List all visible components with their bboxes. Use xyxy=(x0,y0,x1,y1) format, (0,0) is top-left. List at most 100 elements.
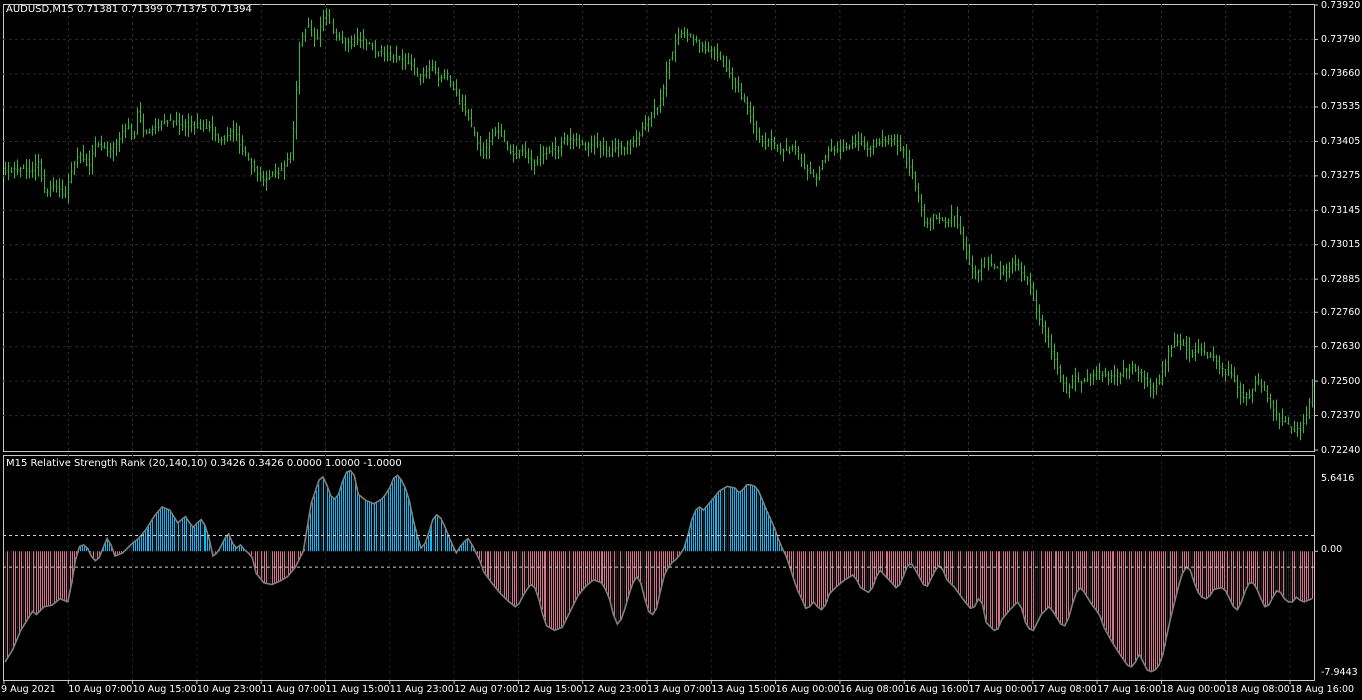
indicator-axis-top: 5.6416 xyxy=(1321,473,1355,484)
price-bar xyxy=(953,215,956,228)
price-bar xyxy=(319,16,322,48)
price-bar xyxy=(332,18,335,35)
price-bar xyxy=(407,52,410,65)
price-bar xyxy=(713,46,716,61)
price-bar xyxy=(584,141,587,151)
price-bar xyxy=(187,113,190,137)
price-bar xyxy=(746,96,749,115)
symbol-info: AUDUSD,M15 0.71381 0.71399 0.71375 0.713… xyxy=(6,4,252,15)
price-bar xyxy=(392,54,395,64)
price-bar xyxy=(232,120,235,143)
price-bar xyxy=(830,138,833,152)
price-bar xyxy=(220,136,223,145)
price-bar xyxy=(728,59,731,78)
price-bar xyxy=(241,135,244,156)
price-bar xyxy=(962,226,965,251)
price-label: 0.73015 xyxy=(1321,239,1361,251)
price-bar xyxy=(1215,354,1218,370)
price-bar xyxy=(1092,369,1095,385)
price-bar xyxy=(767,138,770,147)
price-bar xyxy=(316,29,319,40)
price-bar xyxy=(1242,384,1245,403)
price-bar xyxy=(644,115,647,131)
price-bar xyxy=(368,42,371,45)
price-bar xyxy=(899,134,902,152)
price-bar xyxy=(1299,421,1302,441)
price-bar xyxy=(283,160,286,180)
price-bar xyxy=(16,159,19,176)
price-bar xyxy=(845,142,848,151)
price-bar xyxy=(455,79,458,97)
chart-canvas[interactable] xyxy=(0,0,1362,700)
price-bar xyxy=(181,114,184,131)
time-label: 17 Aug 00:00 xyxy=(968,684,1033,695)
price-bar xyxy=(905,144,908,169)
price-bar xyxy=(620,141,623,156)
price-bar xyxy=(473,126,476,137)
price-bar xyxy=(965,236,968,260)
time-label: 18 Aug 00:00 xyxy=(1161,684,1226,695)
price-bar xyxy=(560,136,563,157)
price-bar xyxy=(386,44,389,62)
price-bar xyxy=(157,118,160,132)
price-bar xyxy=(596,132,599,149)
price-bar xyxy=(1140,368,1143,383)
price-label: 0.73790 xyxy=(1321,33,1361,45)
price-bar xyxy=(539,144,542,167)
price-bar xyxy=(512,144,515,163)
price-bar xyxy=(151,125,154,136)
price-bar xyxy=(46,188,49,197)
price-bar xyxy=(491,128,494,146)
price-bar xyxy=(1035,289,1038,320)
price-bar xyxy=(794,140,797,156)
price-bar xyxy=(1098,362,1101,381)
price-bar xyxy=(650,111,653,128)
price-bar xyxy=(659,88,662,113)
price-bar xyxy=(1131,360,1134,375)
price-bar xyxy=(668,58,671,80)
price-bar xyxy=(328,9,331,25)
price-bar xyxy=(623,146,626,156)
price-bar xyxy=(1107,371,1110,386)
price-bar xyxy=(737,76,740,93)
price-bar xyxy=(671,51,674,61)
price-bar xyxy=(950,204,953,228)
price-bar xyxy=(1272,399,1275,422)
price-bar xyxy=(1170,344,1173,358)
price-label: 0.72760 xyxy=(1321,306,1361,318)
price-bar xyxy=(172,120,175,128)
price-bar xyxy=(256,165,259,182)
price-bar xyxy=(608,146,611,158)
price-bar xyxy=(121,124,124,144)
price-bar xyxy=(127,118,130,130)
price-bar xyxy=(365,39,368,51)
price-bar xyxy=(422,67,425,84)
price-bar xyxy=(938,212,941,224)
price-bar xyxy=(653,98,656,119)
price-bar xyxy=(145,129,148,135)
price-label: 0.73920 xyxy=(1321,0,1361,11)
price-bar xyxy=(860,133,863,146)
price-bar xyxy=(851,135,854,150)
price-bar xyxy=(205,118,208,130)
price-bar xyxy=(797,146,800,160)
price-bar xyxy=(683,27,686,39)
price-bar xyxy=(635,129,638,148)
price-bar xyxy=(322,9,325,32)
price-bar xyxy=(1293,420,1296,433)
price-bar xyxy=(193,121,196,135)
price-bar xyxy=(1179,333,1182,351)
time-label: 18 Aug 08:00 xyxy=(1225,684,1290,695)
price-bar xyxy=(43,168,46,194)
price-bar xyxy=(1089,373,1092,386)
price-bar xyxy=(602,137,605,156)
price-bar xyxy=(548,146,551,154)
price-bar xyxy=(419,73,422,86)
price-bar xyxy=(806,164,809,181)
price-bar xyxy=(1263,381,1266,391)
price-bar xyxy=(1203,342,1206,356)
price-bar xyxy=(223,135,226,145)
price-bar xyxy=(1086,369,1089,383)
price-bar xyxy=(987,256,990,271)
price-bar xyxy=(238,125,241,154)
